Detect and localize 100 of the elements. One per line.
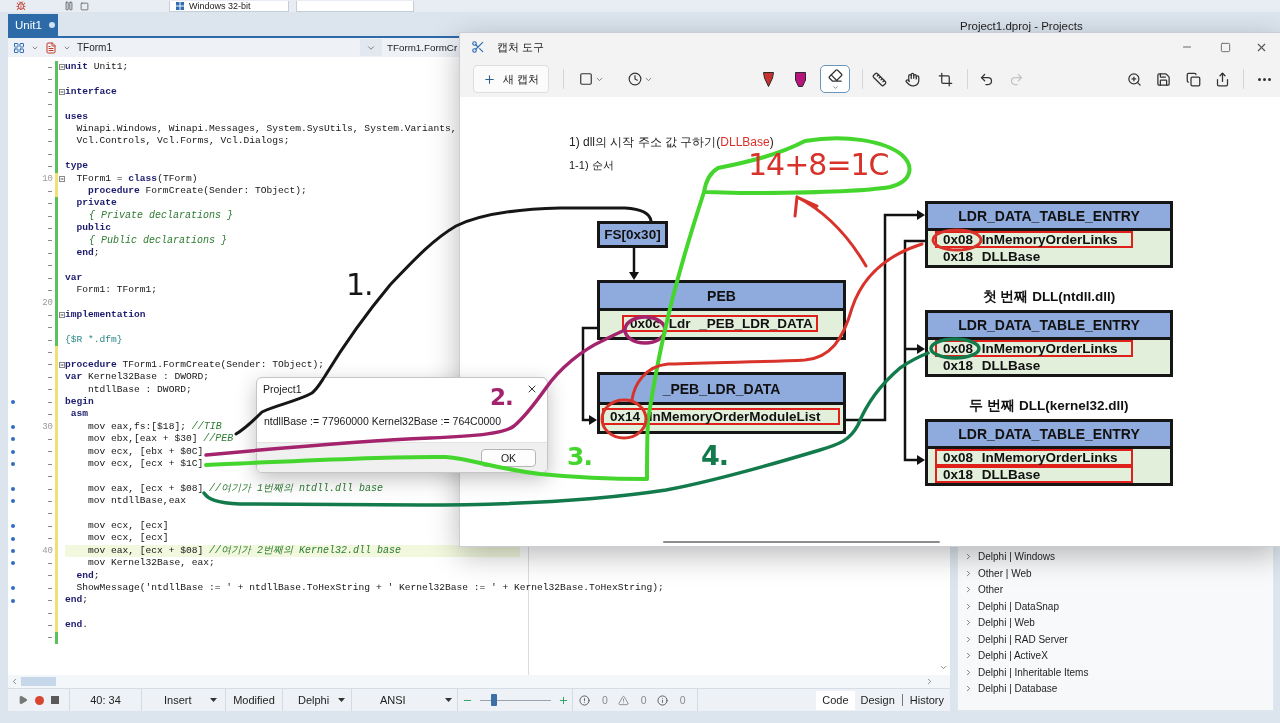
view-tab[interactable]: History: [903, 690, 950, 710]
code-line: interface: [65, 85, 117, 99]
tree-item[interactable]: Delphi | Web: [958, 614, 1035, 631]
gutter-tick-icon: [48, 277, 52, 279]
gutter-tick-icon: [48, 252, 52, 254]
fold-minus-icon[interactable]: [58, 312, 65, 319]
gutter-tick-icon: [48, 153, 52, 155]
share-icon: [1214, 71, 1230, 87]
tree-item[interactable]: Delphi | DataSnap: [958, 598, 1059, 615]
gutter-tick-icon: [48, 538, 52, 540]
code-line: public: [75, 222, 112, 235]
tree-item[interactable]: Delphi | ActiveX: [958, 647, 1048, 664]
crop-icon: [937, 71, 953, 87]
gutter-tick-icon: [48, 451, 52, 453]
stop-icon[interactable]: [80, 1, 89, 11]
code-line: ntdllBase : DWORD;: [87, 383, 192, 396]
annotation-label: 1.: [346, 270, 373, 300]
method-dropdown[interactable]: TForm1.FormCr: [387, 42, 458, 53]
scissors-icon: [471, 40, 485, 54]
view-tab[interactable]: Design: [854, 690, 901, 710]
gutter-tick-icon: [48, 587, 52, 589]
code-line: var: [65, 271, 83, 285]
fold-minus-icon[interactable]: [58, 175, 65, 182]
panel-title: Project1.dproj - Projects: [959, 20, 1084, 32]
gutter-tick-icon: [48, 463, 52, 465]
chevron-down-icon[interactable]: [938, 663, 948, 672]
encoding-dropdown[interactable]: ANSI: [352, 689, 458, 711]
code-line: begin: [65, 395, 94, 409]
gutter-tick-icon: [48, 637, 52, 639]
line-number: 10: [42, 172, 53, 185]
gutter-tick-icon: [48, 513, 52, 515]
scrollbar-thumb[interactable]: [21, 677, 56, 686]
plus-icon: [482, 72, 496, 86]
struct-field: 0x08 InMemoryOrderLinks: [935, 449, 1133, 466]
tree-item[interactable]: Other: [958, 581, 1003, 598]
code-line: mov eax,fs:[$18]; //TIB: [87, 420, 222, 433]
slider-thumb[interactable]: [491, 694, 498, 706]
code-line: end;: [75, 247, 100, 260]
class-dropdown[interactable]: TForm1: [74, 39, 382, 56]
gutter-tick-icon: [48, 128, 52, 130]
input-field[interactable]: [296, 0, 414, 12]
code-line: var Kernel32Base : DWORD;: [65, 371, 209, 384]
save-icon: [1155, 71, 1171, 87]
scrollbar-thumb[interactable]: [663, 541, 940, 543]
platform-dropdown[interactable]: Windows 32-bit: [169, 0, 289, 12]
maximize-icon: [1219, 41, 1231, 53]
fold-minus-icon[interactable]: [58, 361, 65, 368]
ruler-icon: [871, 71, 887, 87]
record-icon[interactable]: [35, 695, 44, 705]
struct-field: 0x08 InMemoryOrderLinks: [935, 231, 1133, 248]
gutter-tick-icon: [48, 165, 52, 167]
gutter-tick-icon: [48, 314, 52, 316]
struct-title: LDR_DATA_TABLE_ENTRY: [928, 204, 1170, 231]
bug-icon[interactable]: [16, 1, 26, 11]
chevron-left-icon[interactable]: [10, 677, 19, 686]
fold-minus-icon[interactable]: [58, 89, 65, 95]
code-line: ShowMessage('ntdllBase := ' + ntdllBase.ToHexString + ' Kernel32Base := ' + Kernel32Base.ToHexString);: [75, 582, 664, 595]
info-icon: [656, 694, 668, 706]
cursor-position: 40: 34: [90, 694, 121, 706]
pause-icon[interactable]: [64, 1, 74, 11]
tree-item[interactable]: Delphi | Inheritable Items: [958, 664, 1089, 681]
register-box: FS[0x30]: [597, 221, 668, 248]
tree-item[interactable]: Delphi | Database: [958, 680, 1058, 697]
tree-item[interactable]: Other | Web: [958, 565, 1032, 582]
plus-icon[interactable]: [557, 694, 569, 706]
ok-button[interactable]: OK: [481, 448, 536, 467]
zoom-in-icon: [1126, 71, 1142, 87]
dialog-message: ntdllBase := 77960000 Kernel32Base := 764C0000: [263, 414, 503, 429]
gutter-tick-icon: [48, 327, 52, 329]
document-icon[interactable]: [45, 41, 57, 54]
issue-count: 0: [602, 694, 608, 706]
eraser-button[interactable]: [820, 65, 850, 93]
annotation-label: 4.: [701, 442, 729, 469]
tree-item[interactable]: Delphi | Windows: [958, 548, 1056, 565]
view-tab[interactable]: Code: [816, 690, 855, 710]
code-line: private: [75, 197, 117, 210]
new-capture-button[interactable]: 새 캡처: [473, 65, 549, 93]
code-line: end;: [65, 594, 89, 607]
clock-icon: [628, 72, 642, 86]
caret-icon: [210, 698, 217, 702]
tree-item[interactable]: Delphi | RAD Server: [958, 631, 1068, 648]
editor-tab[interactable]: Unit1: [8, 14, 58, 36]
chevron-right-icon[interactable]: [925, 677, 934, 686]
insert-mode-dropdown[interactable]: Insert: [142, 689, 226, 711]
play-icon[interactable]: [18, 695, 28, 705]
struct-field: 0x18 DLLBase: [935, 466, 1133, 483]
code-line: mov ecx, [ecx + $1C]: [87, 458, 204, 471]
fold-minus-icon[interactable]: [58, 64, 65, 71]
close-icon: [526, 383, 538, 395]
code-line: mov ebx,[eax + $30] //PEB: [87, 433, 234, 446]
warning-icon: [617, 694, 629, 706]
window-title: 캡처 도구: [497, 39, 545, 55]
code-line: mov eax, [ecx + $08] //여기가 2번째의 Kernel32.dll base: [87, 544, 401, 558]
language-dropdown[interactable]: Delphi: [283, 689, 352, 711]
code-line: asm: [69, 408, 89, 421]
gutter-tick-icon: [48, 612, 52, 614]
gutter-tick-icon: [48, 575, 52, 577]
struct-field: 0x14 InMemoryOrderModuleList: [602, 408, 840, 425]
more-icon: [1257, 77, 1271, 81]
grid-icon[interactable]: [13, 41, 25, 54]
